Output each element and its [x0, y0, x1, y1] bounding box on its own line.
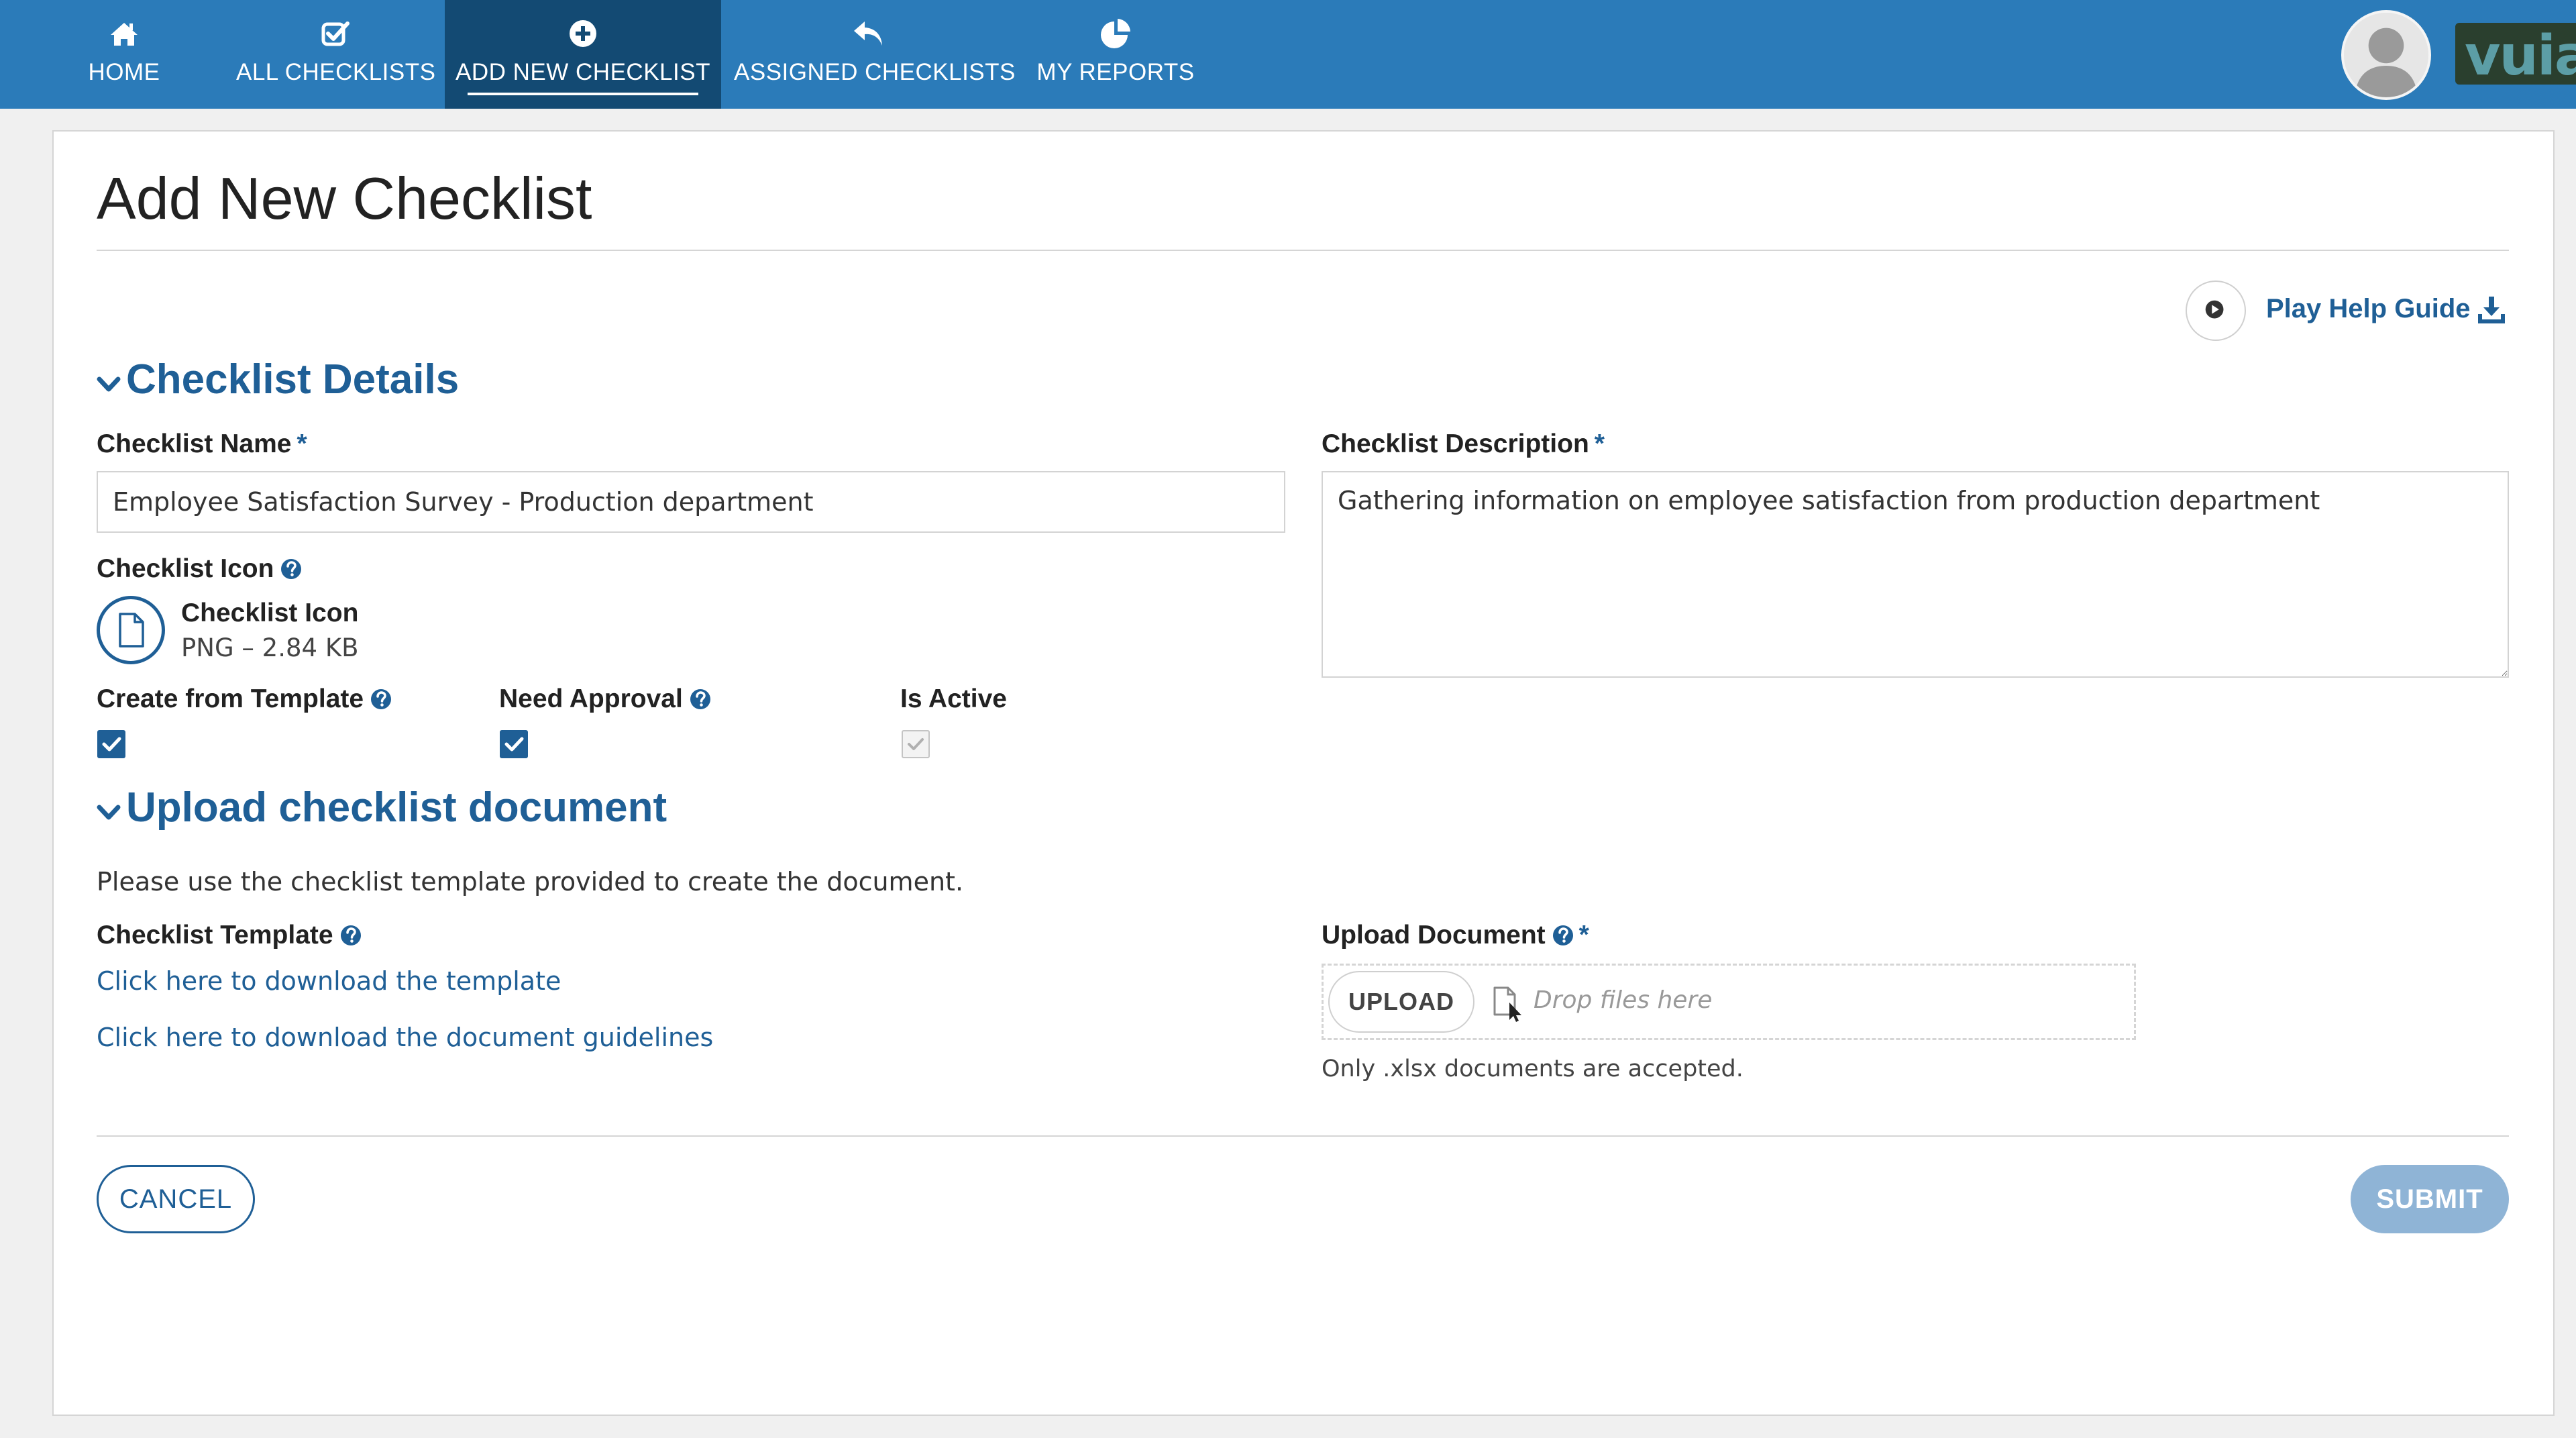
upload-button[interactable]: UPLOAD — [1328, 971, 1474, 1033]
help-question-icon[interactable] — [340, 925, 362, 946]
play-help-guide-link[interactable]: Play Help Guide — [2266, 294, 2471, 324]
document-icon — [119, 613, 144, 648]
play-help-button[interactable] — [2186, 280, 2246, 341]
page-title: Add New Checklist — [97, 165, 592, 232]
need-approval-label: Need Approval — [499, 684, 711, 714]
checklist-template-label-text: Checklist Template — [97, 921, 333, 949]
plus-circle-icon — [570, 20, 596, 47]
submit-button[interactable]: SUBMIT — [2351, 1165, 2509, 1233]
nav-assigned-checklists[interactable]: ASSIGNED CHECKLISTS — [734, 0, 1016, 109]
checklist-icon-label: Checklist Icon — [97, 554, 302, 584]
form-card — [52, 130, 2555, 1416]
create-from-template-label: Create from Template — [97, 684, 392, 714]
checklist-name-label: Checklist Name * — [97, 429, 307, 459]
file-drop-icon — [1493, 986, 1521, 1022]
pie-chart-icon — [1101, 19, 1130, 48]
nav-assigned-checklists-label: ASSIGNED CHECKLISTS — [734, 59, 1016, 85]
title-divider — [97, 250, 2509, 251]
upload-document-label-text: Upload Document — [1322, 921, 1546, 949]
nav-home[interactable]: HOME — [48, 0, 200, 109]
checklist-template-label: Checklist Template — [97, 921, 362, 950]
nav-all-checklists-label: ALL CHECKLISTS — [236, 59, 436, 85]
download-icon[interactable] — [2477, 295, 2506, 325]
top-navigation-bar: HOME ALL CHECKLISTS ADD NEW CHECKLIST AS… — [0, 0, 2576, 109]
icon-file-name: Checklist Icon — [181, 599, 359, 627]
help-question-icon[interactable] — [370, 688, 392, 710]
checkmark-icon — [102, 737, 121, 752]
drop-files-placeholder: Drop files here — [1534, 986, 1713, 1014]
active-tab-underline — [468, 93, 698, 95]
create-from-template-checkbox[interactable] — [97, 730, 125, 758]
chevron-down-icon[interactable] — [95, 799, 122, 826]
upload-document-section-title: Upload checklist document — [126, 784, 667, 831]
icon-file-meta: PNG – 2.84 KB — [181, 633, 359, 662]
help-question-icon[interactable] — [1552, 925, 1574, 946]
user-avatar[interactable] — [2341, 10, 2431, 100]
nav-home-label: HOME — [88, 59, 160, 85]
template-instruction-text: Please use the checklist template provid… — [97, 867, 964, 896]
checklist-name-label-text: Checklist Name — [97, 429, 292, 458]
need-approval-checkbox[interactable] — [500, 730, 528, 758]
nav-my-reports-label: MY REPORTS — [1036, 59, 1195, 85]
help-question-icon[interactable] — [280, 558, 302, 580]
nav-all-checklists[interactable]: ALL CHECKLISTS — [236, 0, 435, 109]
help-question-icon[interactable] — [690, 688, 711, 710]
checklist-description-label-text: Checklist Description — [1322, 429, 1589, 458]
checkmark-icon — [908, 738, 924, 750]
reply-arrow-icon — [854, 21, 882, 46]
actions-divider — [97, 1135, 2509, 1137]
is-active-label: Is Active — [900, 684, 1007, 713]
play-icon — [2205, 300, 2224, 319]
required-mark: * — [1578, 921, 1589, 949]
user-silhouette-icon — [2344, 13, 2428, 97]
checklist-icon-label-text: Checklist Icon — [97, 554, 274, 583]
nav-my-reports[interactable]: MY REPORTS — [1026, 0, 1205, 109]
is-active-checkbox — [902, 730, 930, 758]
need-approval-label-text: Need Approval — [499, 684, 683, 713]
required-mark: * — [297, 429, 307, 458]
home-icon — [111, 23, 138, 46]
checklist-icon-preview[interactable] — [97, 596, 165, 664]
download-guidelines-link[interactable]: Click here to download the document guid… — [97, 1023, 713, 1052]
nav-add-new-checklist-label: ADD NEW CHECKLIST — [455, 59, 710, 85]
company-logo: vuiam — [2455, 23, 2576, 85]
create-from-template-label-text: Create from Template — [97, 684, 364, 713]
checklist-description-textarea[interactable]: Gathering information on employee satisf… — [1322, 471, 2509, 678]
checklist-description-label: Checklist Description * — [1322, 429, 1605, 459]
accepted-formats-note: Only .xlsx documents are accepted. — [1322, 1056, 1743, 1082]
upload-document-label: Upload Document * — [1322, 921, 1589, 950]
nav-add-new-checklist[interactable]: ADD NEW CHECKLIST — [445, 0, 721, 109]
required-mark: * — [1594, 429, 1605, 458]
checklist-details-title: Checklist Details — [126, 356, 460, 403]
checklist-icon — [321, 21, 350, 46]
cancel-button[interactable]: CANCEL — [97, 1165, 255, 1233]
checklist-name-input[interactable] — [97, 471, 1285, 533]
download-template-link[interactable]: Click here to download the template — [97, 966, 561, 996]
checkmark-icon — [504, 737, 524, 752]
chevron-down-icon[interactable] — [95, 371, 122, 398]
logo-text: vuiam — [2465, 24, 2576, 85]
